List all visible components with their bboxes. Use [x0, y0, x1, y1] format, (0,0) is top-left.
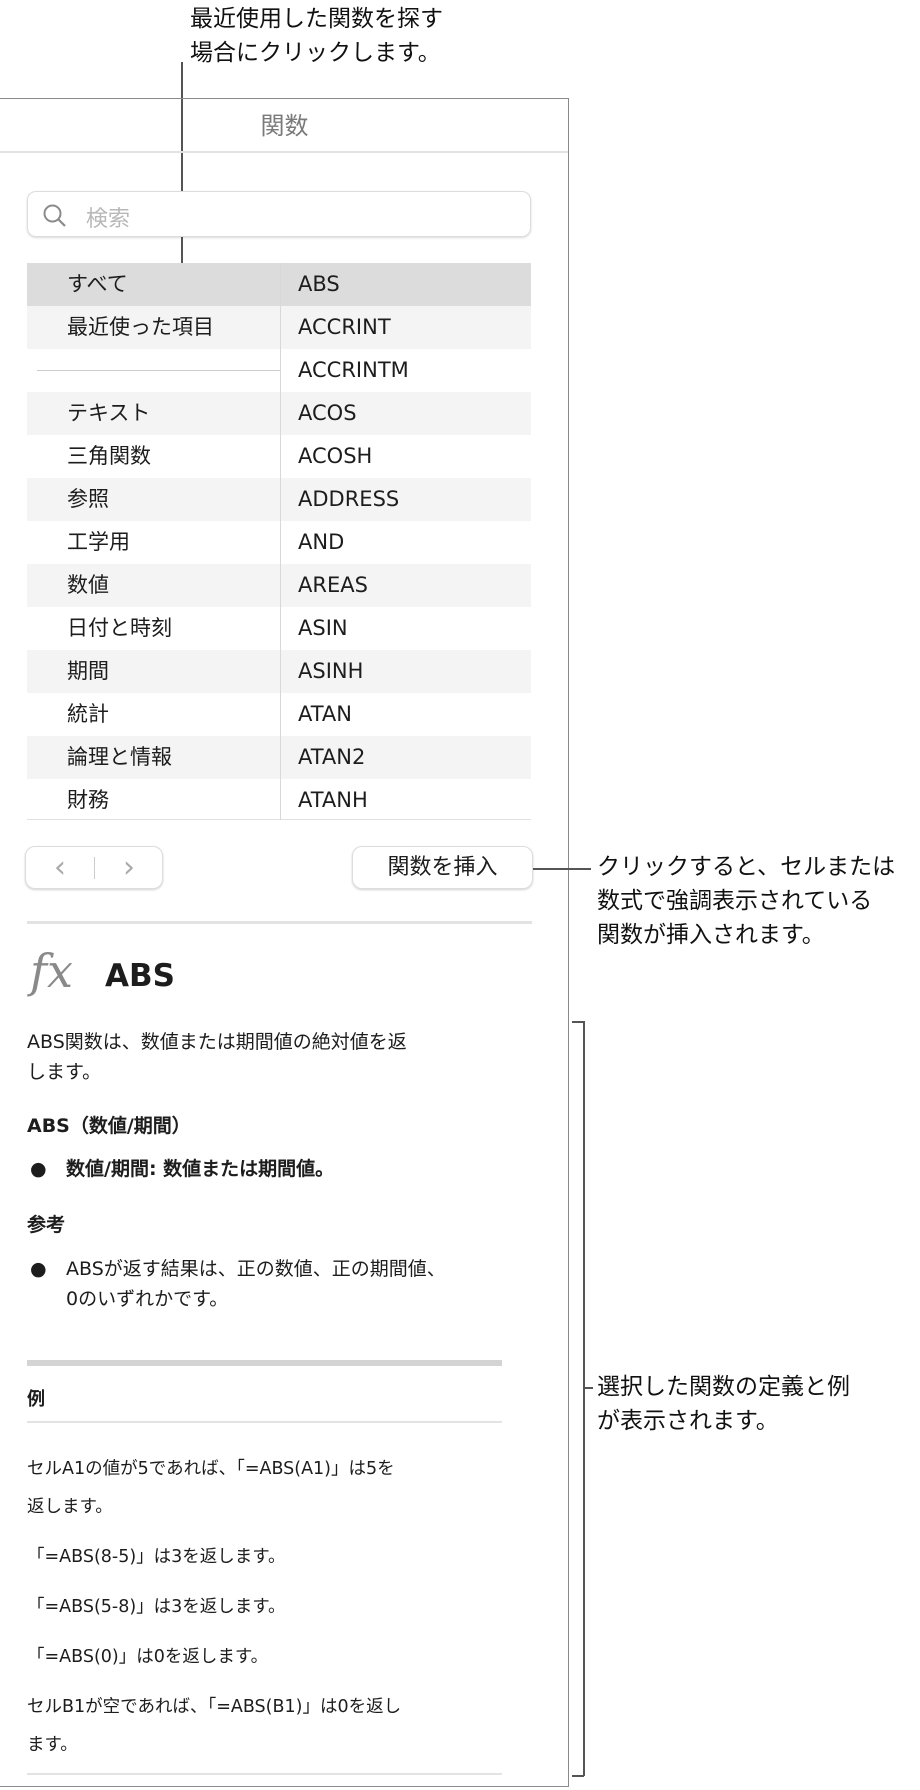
callout-line: クリックすると、セルまたは: [597, 854, 896, 880]
table-row: 論理と情報 ATAN2: [27, 736, 531, 779]
function-name: ABS: [105, 958, 175, 994]
divider: [27, 921, 532, 924]
example-line: セルA1の値が5であれば、「=ABS(A1)」は5を: [27, 1459, 395, 1479]
search-placeholder: 検索: [86, 207, 131, 232]
callout-definition: 選択した関数の定義と例 が表示されます。: [597, 1370, 850, 1438]
category-item[interactable]: テキスト: [67, 392, 150, 435]
callout-line: が表示されます。: [597, 1408, 779, 1434]
example-line: 「=ABS(5-8)」は3を返します。: [27, 1597, 286, 1617]
function-item[interactable]: ACCRINTM: [298, 349, 409, 392]
bracket-top: [572, 1021, 584, 1023]
example-line: 「=ABS(0)」は0を返します。: [27, 1647, 269, 1667]
example-line: 「=ABS(8-5)」は3を返します。: [27, 1547, 286, 1567]
callout-insert: クリックすると、セルまたは 数式で強調表示されている 関数が挿入されます。: [597, 850, 895, 952]
callout-line: 数式で強調表示されている: [597, 888, 873, 914]
function-item[interactable]: ASINH: [298, 650, 363, 693]
function-item[interactable]: ACCRINT: [298, 306, 391, 349]
column-divider: [280, 263, 281, 820]
function-item[interactable]: ATAN: [298, 693, 352, 736]
fx-icon: fx: [30, 944, 73, 998]
bullet-icon: ●: [30, 1158, 47, 1180]
divider: [27, 1421, 502, 1423]
category-separator: [37, 370, 280, 371]
function-item[interactable]: ABS: [298, 263, 340, 306]
panel-title: 関数: [260, 112, 309, 140]
function-item[interactable]: ACOS: [298, 392, 357, 435]
callout-line: 最近使用した関数を探す: [190, 6, 443, 32]
nav-buttons: ‹ ›: [25, 846, 163, 889]
function-item[interactable]: ATAN2: [298, 736, 365, 779]
bullet-icon: ●: [30, 1258, 47, 1280]
category-item[interactable]: 期間: [67, 650, 109, 693]
category-item[interactable]: 数値: [67, 564, 109, 607]
example-line: ます。: [27, 1735, 78, 1755]
category-item[interactable]: 日付と時刻: [67, 607, 172, 650]
leader-line: [583, 1387, 593, 1389]
note: ABSが返す結果は、正の数値、正の期間値、 0のいずれかです。: [66, 1254, 446, 1314]
table-row: 財務 ATANH: [27, 779, 531, 822]
argument: 数値/期間: 数値または期間値。: [66, 1158, 335, 1180]
table-row: 参照 ADDRESS: [27, 478, 531, 521]
back-button[interactable]: ‹: [26, 850, 94, 885]
category-item[interactable]: 統計: [67, 693, 109, 736]
section-divider: [27, 1360, 502, 1366]
syntax: ABS（数値/期間）: [27, 1115, 191, 1137]
example-line: セルB1が空であれば、「=ABS(B1)」は0を返し: [27, 1697, 402, 1717]
search-icon: [43, 204, 66, 227]
callout-line: 関数が挿入されます。: [597, 922, 825, 948]
category-item[interactable]: 最近使った項目: [67, 306, 214, 349]
examples: セルA1の値が5であれば、「=ABS(A1)」は5を 返します。 「=ABS(8…: [27, 1450, 401, 1764]
notes-heading: 参考: [27, 1214, 66, 1236]
function-item[interactable]: ASIN: [298, 607, 348, 650]
category-item[interactable]: 工学用: [67, 521, 130, 564]
category-item[interactable]: 論理と情報: [67, 736, 172, 779]
table-row: ACCRINTM: [27, 349, 531, 392]
leader-line: [533, 868, 591, 870]
search-input[interactable]: 検索: [27, 191, 531, 237]
insert-function-button[interactable]: 関数を挿入: [352, 846, 533, 889]
table-row: 数値 AREAS: [27, 564, 531, 607]
bracket: [583, 1021, 585, 1776]
table-row: 工学用 AND: [27, 521, 531, 564]
text-line: します。: [27, 1061, 102, 1083]
table-row: 期間 ASINH: [27, 650, 531, 693]
function-item[interactable]: ACOSH: [298, 435, 372, 478]
text-line: ABS関数は、数値または期間値の絶対値を返: [27, 1031, 407, 1053]
table-row: テキスト ACOS: [27, 392, 531, 435]
function-item[interactable]: ADDRESS: [298, 478, 399, 521]
table-row: 日付と時刻 ASIN: [27, 607, 531, 650]
function-item[interactable]: ATANH: [298, 779, 368, 822]
examples-heading: 例: [27, 1389, 45, 1410]
bracket-bottom: [572, 1775, 584, 1777]
function-description: ABS関数は、数値または期間値の絶対値を返 します。: [27, 1027, 407, 1087]
text-line: 0のいずれかです。: [66, 1288, 229, 1310]
function-browser: 財務 ATANH 論理と情報 ATAN2 統計 ATAN 期間 ASINH 日付と時刻 ASIN 数…: [27, 263, 531, 820]
divider: [0, 151, 568, 153]
table-row: 統計 ATAN: [27, 693, 531, 736]
divider: [27, 1773, 502, 1775]
example-line: 返します。: [27, 1497, 113, 1517]
category-item[interactable]: すべて: [67, 263, 128, 306]
category-item[interactable]: 三角関数: [67, 435, 151, 478]
function-item[interactable]: AREAS: [298, 564, 368, 607]
callout-line: 選択した関数の定義と例: [597, 1374, 850, 1400]
forward-button[interactable]: ›: [95, 850, 163, 885]
table-row: すべて ABS: [27, 263, 531, 306]
table-row: 最近使った項目 ACCRINT: [27, 306, 531, 349]
callout-line: 場合にクリックします。: [190, 40, 441, 66]
callout-recent: 最近使用した関数を探す 場合にクリックします。: [190, 2, 443, 70]
text-line: ABSが返す結果は、正の数値、正の期間値、: [66, 1258, 446, 1280]
category-item[interactable]: 財務: [67, 779, 109, 822]
function-item[interactable]: AND: [298, 521, 344, 564]
table-row: 三角関数 ACOSH: [27, 435, 531, 478]
category-item[interactable]: 参照: [67, 478, 109, 521]
